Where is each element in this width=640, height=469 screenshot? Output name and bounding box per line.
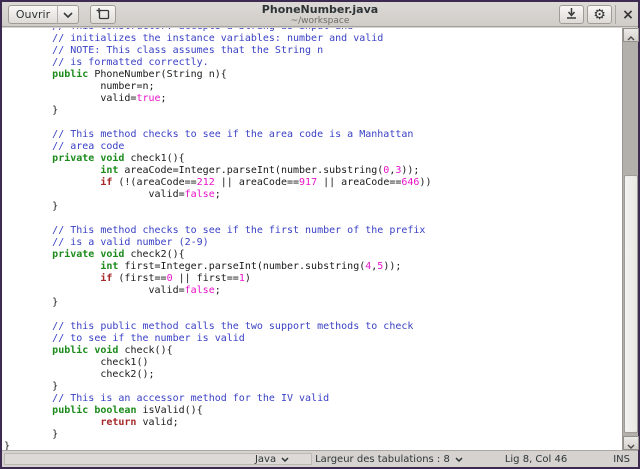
input-mode-indicator: INS (613, 454, 630, 465)
code-line: valid=false; (4, 189, 622, 201)
code-line: check2(); (4, 369, 622, 381)
code-line: // area code (4, 141, 622, 153)
code-line: private void check2(){ (4, 249, 622, 261)
code-line: check1() (4, 357, 622, 369)
arrow-up-icon (627, 26, 635, 45)
new-document-button[interactable] (90, 5, 116, 24)
tab-width-selector[interactable]: Largeur des tabulations : 8 (315, 454, 463, 465)
code-line: } (4, 105, 622, 117)
save-icon (565, 7, 578, 23)
chevron-down-icon (63, 8, 73, 21)
code-line: // This method checks to see if the firs… (4, 225, 622, 237)
cursor-position-label: Lig 8, Col 46 (505, 454, 567, 465)
code-line: public void check(){ (4, 345, 622, 357)
header-separator (615, 5, 616, 24)
code-line: public PhoneNumber(String n){ (4, 69, 622, 81)
code-line: } (4, 201, 622, 213)
gedit-window: Ouvrir PhoneNumber.java ~/workspace (0, 0, 640, 469)
document-title: PhoneNumber.java (262, 4, 378, 16)
code-line: private void check1(){ (4, 153, 622, 165)
open-recent-dropdown-button[interactable] (57, 5, 79, 24)
code-line (4, 117, 622, 129)
code-line: public boolean isValid(){ (4, 405, 622, 417)
close-icon: × (622, 7, 634, 23)
code-line: valid=false; (4, 285, 622, 297)
code-line: number=n; (4, 81, 622, 93)
code-line: } (4, 441, 622, 450)
code-line: // is a valid number (2-9) (4, 237, 622, 249)
open-button[interactable]: Ouvrir (8, 5, 58, 24)
code-line: } (4, 381, 622, 393)
open-button-label: Ouvrir (16, 8, 50, 21)
code-line: int areaCode=Integer.parseInt(number.sub… (4, 165, 622, 177)
language-selector[interactable]: Java (255, 454, 289, 465)
code-line: // This is an accessor method for the IV… (4, 393, 622, 405)
code-line: int first=Integer.parseInt(number.substr… (4, 261, 622, 273)
code-line: // This method checks to see if the area… (4, 129, 622, 141)
code-line: if (!(areaCode==212 || areaCode==917 || … (4, 177, 622, 189)
menu-button[interactable]: ⚙ (587, 5, 612, 24)
code-content: // This constructor: accepts a String as… (2, 28, 622, 450)
code-line: return valid; (4, 417, 622, 429)
chevron-down-icon (455, 454, 463, 465)
code-line: // initializes the instance variables: n… (4, 33, 622, 45)
scroll-up-button[interactable] (623, 28, 639, 42)
code-line (4, 213, 622, 225)
header-bar: Ouvrir PhoneNumber.java ~/workspace (2, 2, 638, 27)
code-line: if (first==0 || first==1) (4, 273, 622, 285)
document-path: ~/workspace (262, 16, 378, 26)
close-button[interactable]: × (617, 5, 639, 24)
status-bar: Java Largeur des tabulations : 8 Lig 8, … (2, 450, 638, 467)
gear-icon: ⚙ (593, 7, 606, 23)
scrollbar-thumb[interactable] (624, 175, 638, 433)
vertical-scrollbar[interactable] (622, 28, 638, 450)
code-line (4, 309, 622, 321)
tab-width-label: Largeur des tabulations : 8 (315, 454, 450, 465)
language-label: Java (255, 454, 276, 465)
code-line: } (4, 429, 622, 441)
code-line: valid=true; (4, 93, 622, 105)
save-button[interactable] (559, 5, 584, 24)
chevron-down-icon (281, 454, 289, 465)
input-mode-label: INS (613, 454, 630, 465)
code-line: } (4, 297, 622, 309)
statusbar-right-group: Java Largeur des tabulations : 8 Lig 8, … (255, 451, 630, 467)
code-line: // this public method calls the two supp… (4, 321, 622, 333)
scroll-down-button[interactable] (623, 436, 639, 450)
cursor-position: Lig 8, Col 46 (505, 454, 567, 465)
code-line: // is formatted correctly. (4, 57, 622, 69)
window-title-area: PhoneNumber.java ~/workspace (262, 4, 378, 26)
code-line: // NOTE: This class assumes that the Str… (4, 45, 622, 57)
text-editor-area[interactable]: // This constructor: accepts a String as… (2, 28, 622, 450)
code-line: // to see if the number is valid (4, 333, 622, 345)
new-document-icon (96, 7, 110, 23)
